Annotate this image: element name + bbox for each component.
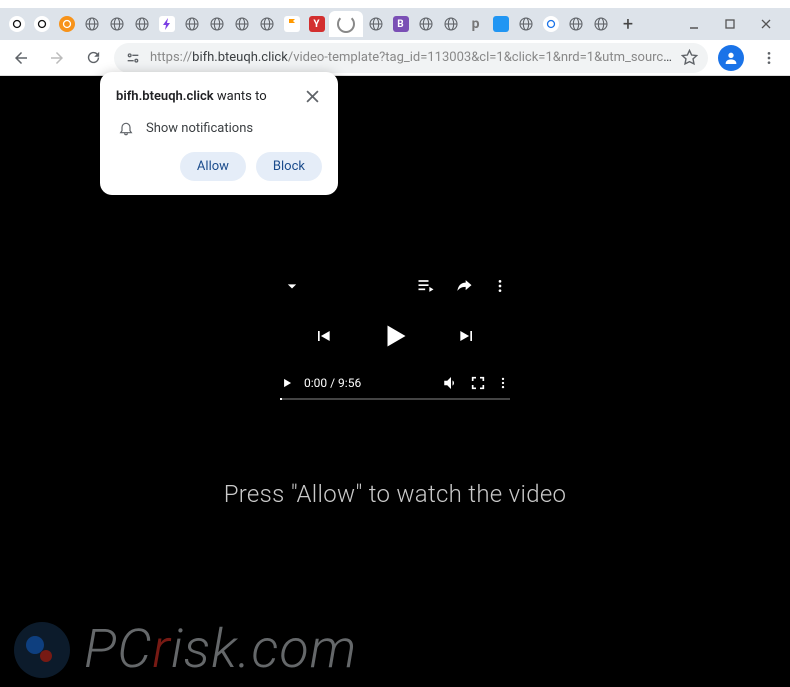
tab-favicon xyxy=(184,16,200,32)
permission-capability: Show notifications xyxy=(146,121,253,136)
time-display: 0:00 / 9:56 xyxy=(304,376,432,390)
browser-tab[interactable] xyxy=(363,11,388,37)
tab-favicon xyxy=(493,16,509,32)
address-bar[interactable]: https://bifh.bteuqh.click/video-template… xyxy=(114,43,708,73)
tab-strip: Y Bp + xyxy=(0,8,790,40)
browser-tab[interactable] xyxy=(438,11,463,37)
tab-favicon xyxy=(443,16,459,32)
maximize-button[interactable] xyxy=(716,10,744,38)
instruction-text: Press "Allow" to watch the video xyxy=(224,480,567,508)
tab-favicon xyxy=(259,16,275,32)
tab-favicon xyxy=(593,16,609,32)
watermark-badge-icon xyxy=(14,622,70,678)
browser-tab[interactable]: p xyxy=(463,11,488,37)
more-options-icon[interactable] xyxy=(492,278,508,294)
progress-bar[interactable] xyxy=(280,398,510,400)
browser-tab[interactable] xyxy=(79,11,104,37)
site-settings-icon[interactable] xyxy=(124,49,142,67)
browser-tab[interactable] xyxy=(4,11,29,37)
browser-menu-button[interactable] xyxy=(754,43,784,73)
browser-tab[interactable] xyxy=(154,11,179,37)
browser-tab[interactable] xyxy=(229,11,254,37)
tab-favicon xyxy=(159,16,175,32)
tab-favicon xyxy=(234,16,250,32)
fullscreen-icon[interactable] xyxy=(470,375,486,391)
browser-tab[interactable] xyxy=(254,11,279,37)
window-titlebar xyxy=(0,0,790,8)
permission-prompt: bifh.bteuqh.click wants to Show notifica… xyxy=(100,72,338,195)
play-small-icon[interactable] xyxy=(280,376,294,390)
collapse-chevron-icon[interactable] xyxy=(282,276,302,296)
bookmark-star-icon[interactable] xyxy=(681,49,698,66)
back-button[interactable] xyxy=(6,43,36,73)
volume-icon[interactable] xyxy=(442,374,460,392)
tab-favicon xyxy=(543,16,559,32)
tab-favicon xyxy=(418,16,434,32)
tab-favicon xyxy=(368,16,384,32)
tab-favicon xyxy=(59,16,75,32)
tab-favicon xyxy=(134,16,150,32)
forward-button xyxy=(42,43,72,73)
browser-tab[interactable] xyxy=(204,11,229,37)
browser-tab[interactable] xyxy=(488,11,513,37)
tab-favicon xyxy=(284,16,300,32)
close-window-button[interactable] xyxy=(752,10,780,38)
player-menu-icon[interactable] xyxy=(496,376,510,390)
queue-icon[interactable] xyxy=(416,276,436,296)
browser-tab[interactable] xyxy=(563,11,588,37)
browser-tab[interactable] xyxy=(179,11,204,37)
browser-tab[interactable] xyxy=(29,11,54,37)
url-text: https://bifh.bteuqh.click/video-template… xyxy=(150,50,673,65)
watermark: PCrisk.com xyxy=(14,618,776,681)
play-button[interactable] xyxy=(377,318,413,354)
tab-favicon: B xyxy=(393,16,409,32)
minimize-button[interactable] xyxy=(680,10,708,38)
browser-tab[interactable] xyxy=(54,11,79,37)
next-track-button[interactable] xyxy=(457,326,477,346)
block-button[interactable]: Block xyxy=(256,152,322,181)
tab-favicon xyxy=(9,16,25,32)
new-tab-button[interactable]: + xyxy=(614,10,642,38)
browser-tab[interactable] xyxy=(513,11,538,37)
tab-favicon: p xyxy=(468,16,484,32)
allow-button[interactable]: Allow xyxy=(180,152,246,181)
browser-tab[interactable] xyxy=(279,11,304,37)
close-icon[interactable] xyxy=(302,86,322,106)
tab-favicon xyxy=(34,16,50,32)
browser-tab[interactable]: Y xyxy=(304,11,329,37)
tab-favicon xyxy=(568,16,584,32)
browser-tab[interactable]: B xyxy=(388,11,413,37)
tab-favicon xyxy=(84,16,100,32)
browser-tab[interactable] xyxy=(413,11,438,37)
profile-avatar[interactable] xyxy=(718,45,744,71)
window-controls xyxy=(680,10,786,38)
bell-icon xyxy=(118,120,134,136)
browser-tab[interactable] xyxy=(104,11,129,37)
reload-button[interactable] xyxy=(78,43,108,73)
share-icon[interactable] xyxy=(454,276,474,296)
video-player: 0:00 / 9:56 xyxy=(280,276,510,400)
tab-favicon xyxy=(209,16,225,32)
tab-favicon xyxy=(109,16,125,32)
browser-tab[interactable] xyxy=(588,11,613,37)
previous-track-button[interactable] xyxy=(313,326,333,346)
tab-favicon xyxy=(518,16,534,32)
watermark-text: PCrisk.com xyxy=(84,618,357,681)
browser-toolbar: https://bifh.bteuqh.click/video-template… xyxy=(0,40,790,76)
tab-favicon: Y xyxy=(309,16,325,32)
browser-tab[interactable] xyxy=(538,11,563,37)
browser-tab[interactable] xyxy=(129,11,154,37)
permission-title: bifh.bteuqh.click wants to xyxy=(116,89,267,104)
browser-tab[interactable] xyxy=(329,11,363,37)
